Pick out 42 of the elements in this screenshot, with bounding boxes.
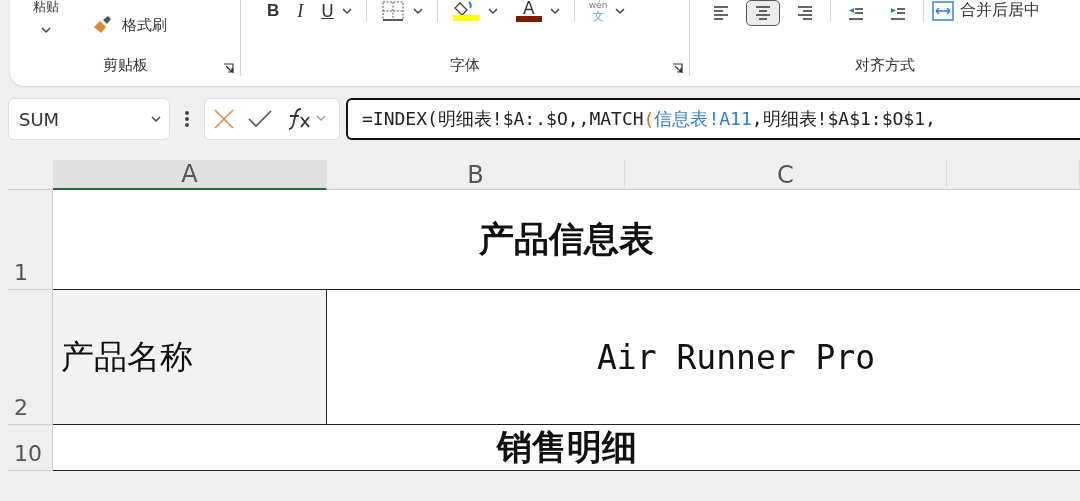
- paste-label[interactable]: 粘贴: [33, 0, 59, 13]
- border-icon[interactable]: [380, 1, 405, 21]
- align-left-icon: [712, 3, 730, 23]
- chevron-icon[interactable]: [41, 27, 51, 34]
- cancel-icon[interactable]: [213, 108, 235, 130]
- dialog-launcher-icon[interactable]: [223, 63, 234, 74]
- dialog-launcher-icon[interactable]: [672, 63, 683, 74]
- row-header[interactable]: 1: [8, 190, 53, 290]
- chevron-icon[interactable]: [487, 7, 498, 15]
- fill-color-icon[interactable]: [451, 0, 480, 22]
- chevron-icon[interactable]: [549, 7, 560, 15]
- column-header[interactable]: A: [53, 160, 327, 190]
- group-label: 剪贴板: [102, 55, 148, 76]
- table-cell: 销售明细: [53, 425, 1080, 471]
- group-label: 字体: [450, 55, 480, 76]
- name-box[interactable]: SUM: [8, 98, 170, 140]
- paintbrush-icon: [92, 15, 114, 35]
- italic-button[interactable]: I: [297, 0, 304, 22]
- align-right-icon: [796, 3, 814, 23]
- row-header[interactable]: 2: [8, 290, 53, 425]
- underline-button[interactable]: U: [321, 1, 334, 21]
- enter-icon[interactable]: [247, 109, 273, 129]
- phonetic-guide-button[interactable]: wén 文: [588, 0, 608, 22]
- row-header[interactable]: 10: [8, 425, 53, 471]
- more-options-icon[interactable]: [184, 110, 190, 128]
- bold-button[interactable]: B: [267, 1, 280, 21]
- table-cell: 产品名称: [53, 290, 327, 425]
- group-label: 对齐方式: [855, 55, 915, 76]
- format-painter-button[interactable]: 格式刷: [88, 14, 240, 36]
- font-color-button[interactable]: A: [515, 0, 542, 22]
- chevron-icon[interactable]: [412, 7, 423, 15]
- merge-cells-icon: [932, 0, 954, 21]
- table-cell: Air Runner Pro: [327, 290, 1080, 425]
- formula-field[interactable]: =INDEX(明细表!$A:.$O,,MATCH(信息表!A11,明细表!$A$1:$O$1,: [346, 98, 1080, 140]
- column-header[interactable]: B: [327, 160, 625, 190]
- align-center-icon: [754, 3, 772, 23]
- column-header[interactable]: C: [625, 160, 947, 190]
- chevron-icon[interactable]: [151, 115, 161, 123]
- align-center-button[interactable]: [746, 0, 780, 26]
- chevron-icon[interactable]: [615, 7, 626, 15]
- chevron-icon[interactable]: [341, 7, 352, 15]
- merge-center-button[interactable]: 合并后居中: [932, 0, 1040, 21]
